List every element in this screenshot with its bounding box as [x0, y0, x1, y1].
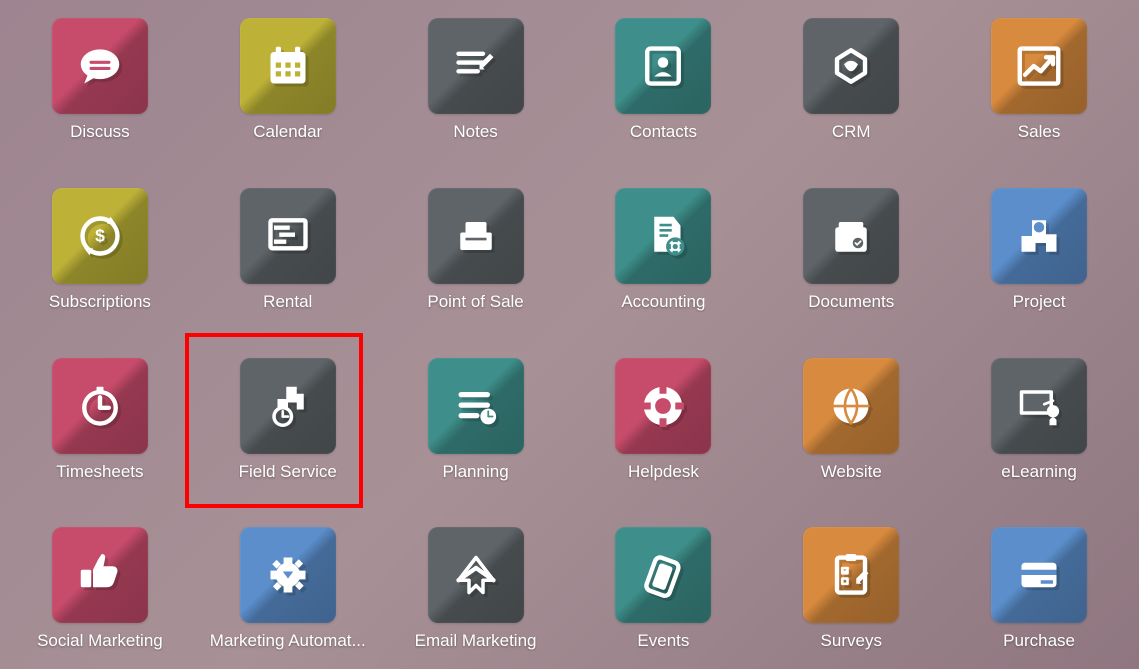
app-surveys[interactable]: Surveys	[757, 527, 945, 669]
discuss-icon[interactable]	[52, 18, 148, 114]
app-helpdesk[interactable]: Helpdesk	[569, 358, 757, 500]
project-icon[interactable]	[991, 188, 1087, 284]
app-planning[interactable]: Planning	[382, 358, 570, 500]
surveys-icon[interactable]	[803, 527, 899, 623]
accounting-icon[interactable]	[615, 188, 711, 284]
pos-icon[interactable]	[428, 188, 524, 284]
app-label: CRM	[832, 122, 871, 142]
app-elearning[interactable]: eLearning	[945, 358, 1133, 500]
app-timesheets[interactable]: Timesheets	[6, 358, 194, 500]
rental-icon[interactable]	[240, 188, 336, 284]
app-rental[interactable]: Rental	[194, 188, 382, 330]
app-emailmkt[interactable]: Email Marketing	[382, 527, 570, 669]
app-pos[interactable]: Point of Sale	[382, 188, 570, 330]
app-label: Planning	[442, 462, 508, 482]
app-discuss[interactable]: Discuss	[6, 18, 194, 160]
app-label: Accounting	[621, 292, 705, 312]
emailmkt-icon[interactable]	[428, 527, 524, 623]
app-label: Field Service	[239, 462, 337, 482]
app-website[interactable]: Website	[757, 358, 945, 500]
app-label: Social Marketing	[37, 631, 163, 651]
app-label: Timesheets	[56, 462, 143, 482]
app-label: Subscriptions	[49, 292, 151, 312]
app-label: Email Marketing	[415, 631, 537, 651]
app-crm[interactable]: CRM	[757, 18, 945, 160]
app-label: Helpdesk	[628, 462, 699, 482]
app-subscriptions[interactable]: Subscriptions	[6, 188, 194, 330]
app-label: Contacts	[630, 122, 697, 142]
documents-icon[interactable]	[803, 188, 899, 284]
helpdesk-icon[interactable]	[615, 358, 711, 454]
app-label: eLearning	[1001, 462, 1077, 482]
events-icon[interactable]	[615, 527, 711, 623]
app-label: Notes	[453, 122, 497, 142]
app-events[interactable]: Events	[569, 527, 757, 669]
app-documents[interactable]: Documents	[757, 188, 945, 330]
purchase-icon[interactable]	[991, 527, 1087, 623]
app-label: Events	[637, 631, 689, 651]
app-label: Calendar	[253, 122, 322, 142]
app-label: Documents	[808, 292, 894, 312]
app-notes[interactable]: Notes	[382, 18, 570, 160]
app-sales[interactable]: Sales	[945, 18, 1133, 160]
socialmkt-icon[interactable]	[52, 527, 148, 623]
app-label: Surveys	[821, 631, 882, 651]
app-label: Purchase	[1003, 631, 1075, 651]
app-label: Rental	[263, 292, 312, 312]
contacts-icon[interactable]	[615, 18, 711, 114]
app-grid: Discuss Calendar Notes Contacts CRM Sales Subs…	[0, 0, 1139, 669]
app-project[interactable]: Project	[945, 188, 1133, 330]
fieldservice-icon[interactable]	[240, 358, 336, 454]
timesheets-icon[interactable]	[52, 358, 148, 454]
app-label: Point of Sale	[427, 292, 523, 312]
app-accounting[interactable]: Accounting	[569, 188, 757, 330]
app-socialmkt[interactable]: Social Marketing	[6, 527, 194, 669]
app-calendar[interactable]: Calendar	[194, 18, 382, 160]
app-fieldservice[interactable]: Field Service	[194, 358, 382, 500]
sales-icon[interactable]	[991, 18, 1087, 114]
subscriptions-icon[interactable]	[52, 188, 148, 284]
app-label: Discuss	[70, 122, 130, 142]
crm-icon[interactable]	[803, 18, 899, 114]
app-purchase[interactable]: Purchase	[945, 527, 1133, 669]
elearning-icon[interactable]	[991, 358, 1087, 454]
app-label: Sales	[1018, 122, 1061, 142]
notes-icon[interactable]	[428, 18, 524, 114]
app-mktauto[interactable]: Marketing Automat...	[194, 527, 382, 669]
app-contacts[interactable]: Contacts	[569, 18, 757, 160]
app-label: Project	[1013, 292, 1066, 312]
app-label: Marketing Automat...	[210, 631, 366, 651]
calendar-icon[interactable]	[240, 18, 336, 114]
mktauto-icon[interactable]	[240, 527, 336, 623]
app-label: Website	[821, 462, 882, 482]
planning-icon[interactable]	[428, 358, 524, 454]
website-icon[interactable]	[803, 358, 899, 454]
